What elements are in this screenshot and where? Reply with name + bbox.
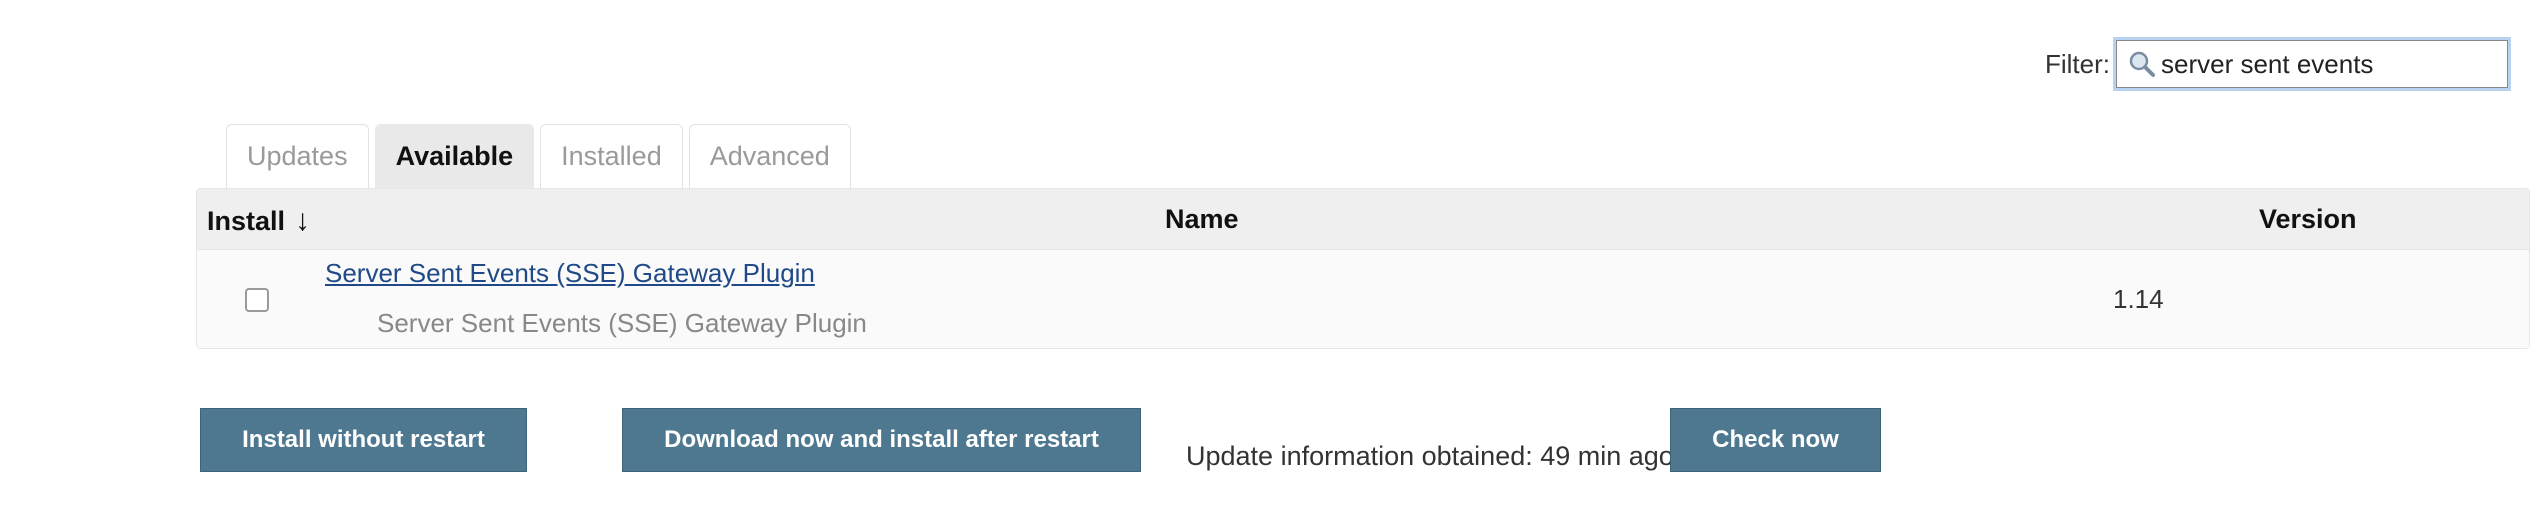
version-column-header[interactable]: Version	[2259, 204, 2357, 235]
plugin-table: Install ↓ Name Version Server Sent Events…	[196, 188, 2530, 349]
tab-updates[interactable]: Updates	[226, 124, 369, 188]
install-header-label: Install	[207, 206, 286, 236]
table-header: Install ↓ Name Version	[197, 189, 2529, 249]
filter-bar: Filter:	[2045, 37, 2511, 91]
plugin-manager-page: Filter: Updates Available Installed Adva…	[0, 0, 2538, 508]
plugin-description: Server Sent Events (SSE) Gateway Plugin	[377, 308, 867, 338]
install-checkbox[interactable]	[245, 288, 269, 312]
filter-field[interactable]	[2113, 37, 2511, 91]
tab-advanced[interactable]: Advanced	[688, 124, 851, 188]
tab-available[interactable]: Available	[374, 124, 535, 188]
magnifier-icon	[2129, 51, 2155, 77]
install-column-header[interactable]: Install ↓	[207, 204, 310, 238]
name-column-header[interactable]: Name	[1165, 204, 1239, 235]
plugin-version: 1.14	[2113, 284, 2164, 314]
filter-input[interactable]	[2157, 48, 2491, 80]
download-and-install-button[interactable]: Download now and install after restart	[622, 408, 1141, 472]
update-info-text: Update information obtained: 49 min ago	[1186, 441, 1674, 471]
tab-bar: Updates Available Installed Advanced	[226, 124, 851, 188]
table-row: Server Sent Events (SSE) Gateway Plugin …	[197, 249, 2529, 348]
check-now-button[interactable]: Check now	[1670, 408, 1881, 472]
tab-installed[interactable]: Installed	[540, 124, 683, 188]
plugin-name-link[interactable]: Server Sent Events (SSE) Gateway Plugin	[325, 258, 815, 289]
filter-label: Filter:	[2045, 48, 2110, 79]
install-without-restart-button[interactable]: Install without restart	[200, 408, 527, 472]
sort-arrow-icon: ↓	[295, 204, 311, 237]
